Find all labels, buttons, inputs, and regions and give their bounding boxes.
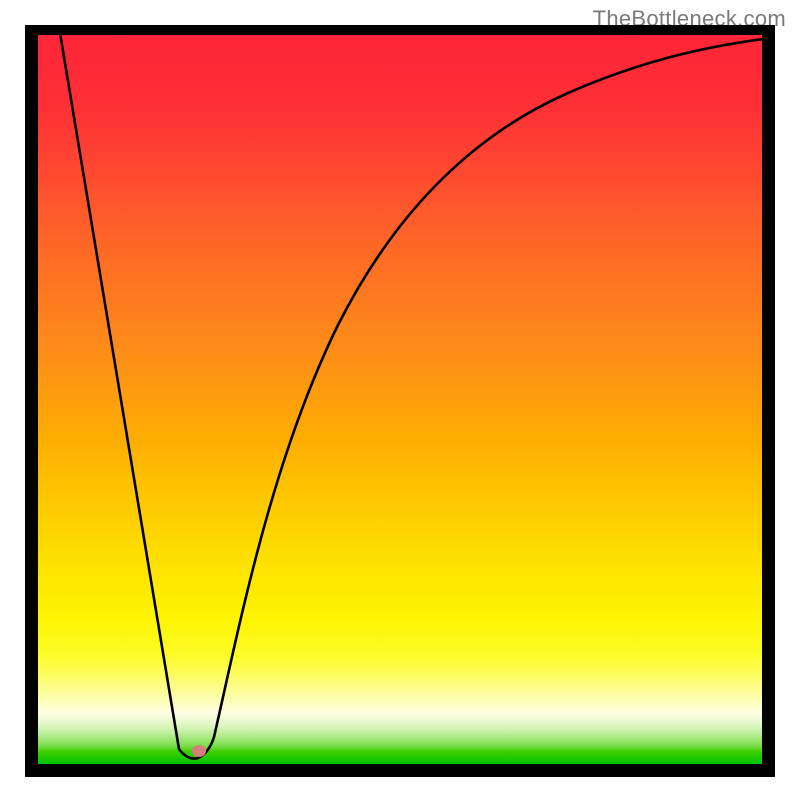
- plot-inner: [38, 35, 762, 764]
- chart-container: TheBottleneck.com: [0, 0, 800, 800]
- bottleneck-curve: [38, 35, 762, 764]
- plot-area: [25, 25, 775, 777]
- optimal-point-marker: [192, 745, 206, 757]
